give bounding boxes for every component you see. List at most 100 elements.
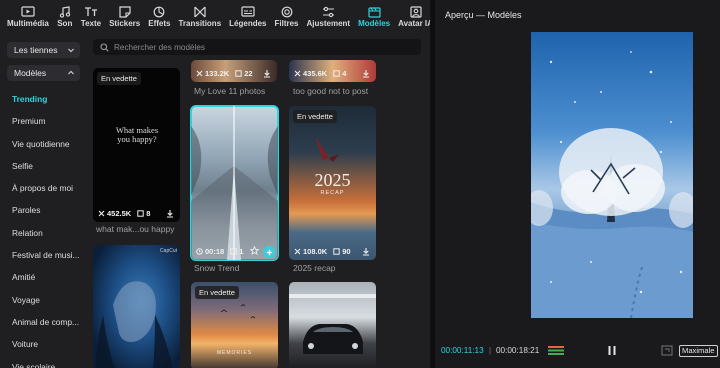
clips-count: 4	[342, 69, 347, 78]
clips-icon	[230, 248, 237, 255]
plus-icon	[266, 249, 272, 255]
category-dropdown[interactable]: Modèles	[7, 65, 80, 81]
download-icon[interactable]	[262, 68, 272, 79]
template-stats: 452.5K 8	[98, 208, 175, 219]
category-car[interactable]: Voiture	[0, 333, 88, 355]
template-card-rain-portrait[interactable]: CapCut	[93, 245, 180, 368]
main-toolbar: Multimédia Son Texte Stickers Effets Tra…	[0, 0, 431, 31]
tool-filters[interactable]: Filtres	[271, 0, 303, 31]
template-stats: 108.0K 90	[294, 246, 371, 257]
template-stats: 133.2K 22	[196, 68, 272, 79]
template-search[interactable]	[93, 39, 421, 55]
audio-level-icon	[548, 346, 564, 355]
template-thumbnail	[191, 106, 278, 260]
tool-captions[interactable]: Légendes	[225, 0, 270, 31]
tool-label: Légendes	[229, 19, 267, 28]
template-card-what-makes-you-happy[interactable]: En vedette What makes you happy? 452.5K …	[93, 68, 180, 222]
clips-count: 90	[342, 247, 351, 256]
uses-count: 435.6K	[303, 69, 328, 78]
effects-icon	[151, 5, 167, 18]
category-trending[interactable]: Trending	[0, 88, 88, 110]
pause-icon[interactable]	[607, 345, 617, 356]
template-card-car[interactable]	[289, 282, 376, 368]
download-icon[interactable]	[361, 246, 371, 257]
template-card-2025-recap[interactable]: En vedette 2025 RECAP 108.0K 90	[289, 106, 376, 260]
template-duration: 00:18	[205, 247, 225, 256]
download-icon[interactable]	[165, 208, 175, 219]
category-list: Trending Premium Vie quotidienne Selfie …	[0, 88, 88, 368]
featured-badge: En vedette	[97, 72, 141, 85]
clips-icon	[137, 210, 144, 217]
tool-adjust[interactable]: Ajustement	[303, 0, 355, 31]
transition-icon	[192, 5, 208, 18]
tool-media[interactable]: Multimédia	[3, 0, 53, 31]
search-input[interactable]	[114, 42, 394, 52]
category-school-life[interactable]: Vie scolaire	[0, 356, 88, 368]
tool-label: Modèles	[358, 19, 391, 28]
template-stats: 435.6K 4	[294, 68, 371, 79]
clips-count: 8	[146, 209, 151, 218]
uses-icon	[294, 248, 301, 255]
recap-year-text: 2025	[314, 170, 351, 190]
category-about-me[interactable]: À propos de moi	[0, 177, 88, 199]
template-card-too-good[interactable]: 435.6K 4	[289, 60, 376, 82]
template-card-snow-trend[interactable]: 00:18 1	[190, 105, 279, 261]
template-grid: 133.2K 22 My Love 11 photos 435.6K 4 too…	[88, 36, 430, 368]
tool-audio[interactable]: Son	[53, 0, 77, 31]
clock-icon	[196, 248, 203, 255]
media-icon	[20, 5, 36, 18]
template-caption: too good not to post	[293, 86, 369, 96]
scope-dropdown[interactable]: Les tiennes	[7, 42, 80, 58]
tool-transitions[interactable]: Transitions	[174, 0, 225, 31]
template-thumbnail	[289, 294, 376, 354]
category-daily-life[interactable]: Vie quotidienne	[0, 133, 88, 155]
category-lyrics[interactable]: Paroles	[0, 199, 88, 221]
tool-label: Son	[57, 19, 73, 28]
timecode-separator: |	[489, 346, 492, 355]
category-friendship[interactable]: Amitié	[0, 266, 88, 288]
tool-label: Effets	[148, 19, 171, 28]
tool-label: Multimédia	[7, 19, 49, 28]
tool-text[interactable]: Texte	[77, 0, 105, 31]
category-premium[interactable]: Premium	[0, 110, 88, 132]
tool-effects[interactable]: Effets	[144, 0, 174, 31]
tool-templates[interactable]: Modèles	[354, 0, 394, 31]
uses-count: 108.0K	[303, 247, 328, 256]
music-icon	[57, 5, 73, 18]
scope-dropdown-value: Les tiennes	[14, 45, 58, 55]
category-music-festival[interactable]: Festival de musi...	[0, 244, 88, 266]
template-overlay-text: What makes you happy?	[115, 125, 159, 144]
tool-label: Texte	[80, 19, 102, 28]
avatar-icon	[408, 5, 424, 18]
template-card-sunset[interactable]: En vedette MEMORIES	[191, 282, 278, 368]
add-template-button[interactable]	[263, 246, 275, 258]
download-icon[interactable]	[361, 68, 371, 79]
watermark-text: CapCut	[160, 248, 177, 254]
favorite-star-icon[interactable]	[249, 245, 260, 257]
chevron-up-icon	[68, 70, 74, 75]
category-pets[interactable]: Animal de comp...	[0, 311, 88, 333]
text-icon	[83, 5, 99, 18]
tool-label: Avatar IA	[398, 19, 431, 28]
sticker-icon	[117, 5, 133, 18]
category-selfie[interactable]: Selfie	[0, 155, 88, 177]
template-card-my-love[interactable]: 133.2K 22	[191, 60, 277, 82]
template-caption: Snow Trend	[194, 263, 240, 273]
clips-icon	[235, 70, 242, 77]
template-caption: 2025 recap	[293, 263, 336, 273]
tool-label: Stickers	[109, 19, 141, 28]
search-icon	[100, 42, 109, 52]
recap-subtitle-text: RECAP	[320, 190, 345, 196]
tool-label: Filtres	[274, 19, 299, 28]
category-sidebar: Les tiennes Modèles Trending Premium Vie…	[0, 36, 88, 368]
crop-ratio-icon[interactable]	[661, 345, 673, 356]
preview-panel: Aperçu — Modèles 00:00:11:13 | 00:00:18:…	[435, 0, 720, 368]
fit-mode-button[interactable]: Maximale	[679, 345, 718, 357]
video-preview[interactable]	[531, 32, 693, 318]
tool-stickers[interactable]: Stickers	[105, 0, 144, 31]
preview-title: Aperçu — Modèles	[445, 10, 522, 20]
category-relationship[interactable]: Relation	[0, 222, 88, 244]
adjust-icon	[320, 5, 336, 18]
category-travel[interactable]: Voyage	[0, 289, 88, 311]
tool-ai-avatar[interactable]: Avatar IA	[394, 0, 431, 31]
